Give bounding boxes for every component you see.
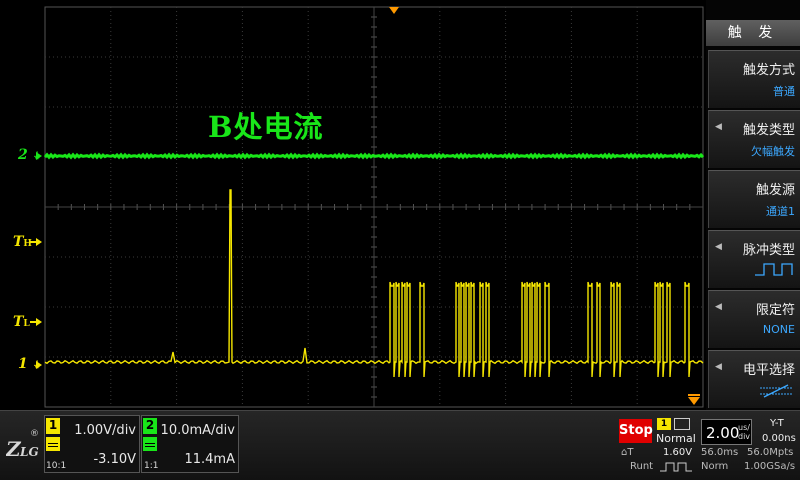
menu-title: 触 发 (706, 20, 800, 46)
timebase-control[interactable]: 2.00 us/ div (701, 419, 752, 445)
submenu-arrow-icon: ◀ (715, 362, 722, 372)
registered-mark: ® (30, 429, 39, 439)
ch1-coupling-line2 (48, 446, 58, 447)
menu-item-value: NONE (762, 323, 795, 336)
trigger-mode[interactable]: Normal (656, 432, 696, 445)
ch1-coupling-line (48, 443, 58, 444)
menu-item-pulse-type[interactable]: ◀ 脉冲类型 (708, 230, 800, 288)
menu-item-qualifier[interactable]: ◀ 限定符 NONE (708, 290, 800, 348)
ch1-coupling-icon (46, 437, 60, 451)
menu-item-label: 电平选择 (742, 363, 795, 378)
trigger-high-arrowhead (36, 238, 42, 246)
ch2-ground-number: 2 (18, 147, 28, 163)
trigger-coupling-icon (674, 418, 690, 430)
trigger-high-t: T (13, 234, 24, 250)
ch2-probe: 1:1 (144, 461, 159, 471)
ch2-ground-arrow (36, 152, 42, 160)
menu-item-trigger-mode[interactable]: 触发方式 普通 (708, 50, 800, 108)
timebase-unit: us/ div (738, 423, 750, 441)
submenu-arrow-icon: ◀ (715, 302, 722, 312)
trigger-low-sub: L (23, 319, 30, 329)
run-stop-button[interactable]: Stop (619, 419, 653, 443)
trigger-position-marker[interactable] (389, 7, 399, 14)
timebase-unit-top: us/ (738, 423, 750, 432)
ch1-scale: 1.00V/div (74, 423, 136, 438)
ch2-coupling-line2 (145, 446, 155, 447)
timebase-value: 2.00 (706, 424, 740, 442)
menu-item-label: 限定符 (755, 303, 795, 318)
positive-pulse-icon (755, 263, 793, 276)
menu-item-label: 触发源 (755, 183, 795, 198)
menu-item-value: 欠幅触发 (751, 145, 795, 158)
ch1-ground-number: 1 (18, 356, 28, 372)
ch2-current-trace (43, 152, 705, 160)
menu-item-trigger-type[interactable]: ◀ 触发类型 欠幅触发 (708, 110, 800, 168)
trigger-low-arrowhead (36, 318, 42, 326)
menu-item-value: 普通 (773, 85, 795, 98)
submenu-arrow-icon: ◀ (715, 242, 722, 252)
dual-level-slope-icon (760, 384, 792, 398)
annotation-label: B处电流 (208, 110, 324, 144)
timebase-unit-bottom: div (738, 432, 751, 441)
status-bar: Z LG ® 1 1.00V/div -3.10V 10:1 2 10.0mA/… (0, 410, 800, 480)
submenu-arrow-icon: ◀ (715, 122, 722, 132)
ch1-badge: 1 (46, 418, 60, 434)
svg-text:LG: LG (19, 445, 39, 459)
menu-item-label: 触发类型 (742, 123, 795, 138)
runt-pulse-icon (660, 462, 692, 472)
graticule-grid (44, 6, 704, 408)
h-offset-marker[interactable] (688, 397, 700, 405)
acquisition-mode: Norm (701, 461, 729, 472)
menu-item-trigger-source[interactable]: 触发源 通道1 (708, 170, 800, 228)
waveform-display[interactable]: B处电流 2 ⏚ TH TL 1 ⏚ (0, 0, 706, 410)
trigger-slope-label: ⌂T (621, 447, 634, 458)
ch2-scale: 10.0mA/div (160, 423, 235, 438)
ch1-probe: 10:1 (46, 461, 67, 471)
ch2-coupling-line (145, 443, 155, 444)
memory-depth: 56.0Mpts (747, 447, 794, 458)
ch2-badge: 2 (143, 418, 157, 434)
trigger-low-t: T (13, 314, 24, 330)
trigger-level-low-marker[interactable]: TL (13, 315, 30, 331)
horizontal-offset[interactable]: 0.00ns (762, 433, 796, 444)
delay-time: 56.0ms (701, 447, 739, 458)
h-offset-marker-bar (688, 394, 700, 396)
menu-item-value: 通道1 (766, 205, 795, 218)
trigger-channel-badge: 1 (657, 418, 671, 430)
menu-item-level-select[interactable]: ◀ 电平选择 (708, 350, 800, 408)
ch1-offset: -3.10V (93, 452, 136, 467)
menu-item-label: 触发方式 (742, 63, 795, 78)
ch2-coupling-icon (143, 437, 157, 451)
trigger-level-high-marker[interactable]: TH (13, 235, 32, 251)
sample-rate: 1.00GSa/s (744, 461, 796, 472)
display-mode[interactable]: Y-T (770, 418, 784, 429)
trigger-type: Runt (630, 461, 654, 472)
trigger-menu: 触 发 触发方式 普通 ◀ 触发类型 欠幅触发 触发源 通道1 ◀ 脉冲类型 ◀… (706, 0, 800, 410)
trigger-level[interactable]: 1.60V (663, 447, 692, 458)
ch1-ground-arrow (36, 361, 42, 369)
ch2-offset: 11.4mA (184, 452, 235, 467)
waveform-graticule (43, 6, 705, 408)
menu-item-label: 脉冲类型 (742, 243, 795, 258)
